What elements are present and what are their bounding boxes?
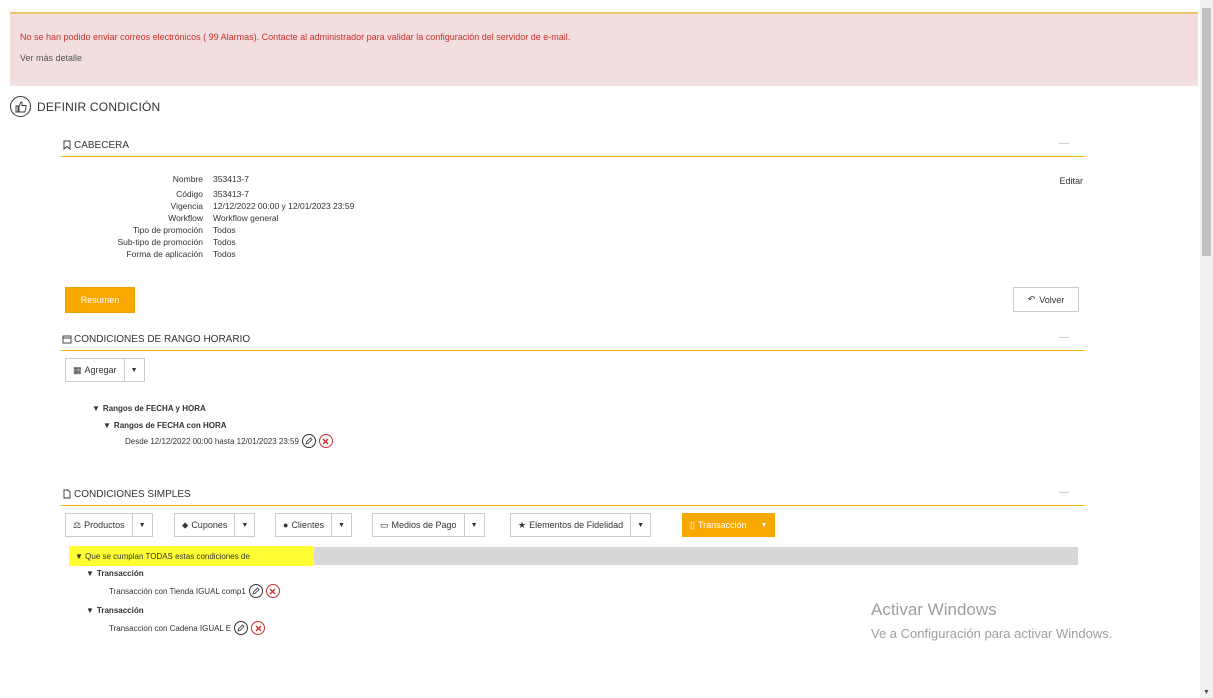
resumen-button[interactable]: Resumen: [65, 287, 135, 313]
transaccion-caret-button[interactable]: ▼: [754, 513, 775, 537]
productos-button[interactable]: ⚖ Productos: [65, 513, 133, 537]
tag-icon: ⬥: [182, 519, 189, 530]
page-title: DEFINIR CONDICIÓN: [10, 96, 160, 117]
simples-header: CONDICIONES SIMPLES —: [61, 483, 1085, 506]
rango-collapse-button[interactable]: —: [1059, 332, 1069, 343]
transaccion-button[interactable]: ▯ Transacción: [682, 513, 755, 537]
field-value: 353413-7: [213, 189, 249, 199]
calendar-icon: ▦: [73, 364, 82, 375]
field-value: Todos: [213, 237, 236, 247]
rango-title: CONDICIONES DE RANGO HORARIO: [74, 333, 251, 345]
caret-down-icon: ▼: [75, 551, 86, 561]
cabecera-header: CABECERA —: [61, 134, 1085, 157]
tree-leaf-transaccion: Transaccion con Cadena IGUAL E: [109, 621, 266, 635]
productos-dropdown: ⚖ Productos ▼: [65, 513, 153, 537]
caret-down-icon: ▼: [92, 404, 100, 413]
alert-detail-link[interactable]: Ver más detalle: [20, 53, 82, 63]
edit-link[interactable]: Editar: [1059, 176, 1083, 186]
field-label: Sub-tipo de promoción: [117, 237, 203, 247]
windows-activation-subtitle: Ve a Configuración para activar Windows.: [871, 626, 1113, 641]
delete-x-icon[interactable]: [318, 434, 333, 448]
field-value: Workflow general: [213, 213, 279, 223]
fidelidad-button[interactable]: ★ Elementos de Fidelidad: [510, 513, 632, 537]
cabecera-collapse-button[interactable]: —: [1059, 138, 1069, 149]
agregar-dropdown: ▦ Agregar ▼: [65, 358, 145, 382]
tree-leaf-transaccion: Transacción con Tienda IGUAL comp1: [109, 584, 280, 598]
field-label: Código: [176, 189, 203, 199]
medios-pago-caret-button[interactable]: ▼: [464, 513, 485, 537]
agregar-button[interactable]: ▦ Agregar: [65, 358, 125, 382]
all-conditions-node[interactable]: ▼ Que se cumplan TODAS estas condiciones…: [69, 546, 314, 566]
vertical-scrollbar[interactable]: ▼: [1200, 0, 1213, 698]
tree-leaf-rango: Desde 12/12/2022 00:00 hasta 12/01/2023 …: [125, 434, 333, 448]
delete-x-icon[interactable]: [265, 584, 280, 598]
caret-down-icon: ▼: [86, 569, 94, 578]
agregar-caret-button[interactable]: ▼: [124, 358, 145, 382]
user-icon: ●: [283, 520, 289, 530]
reply-icon: ↶: [1027, 294, 1036, 304]
star-icon: ★: [518, 519, 527, 530]
volver-label: Volver: [1039, 294, 1065, 305]
field-label: Workflow: [168, 213, 203, 223]
delete-x-icon[interactable]: [251, 621, 266, 635]
tree-node-transaccion[interactable]: ▼ Transacción: [86, 569, 144, 578]
clientes-caret-button[interactable]: ▼: [331, 513, 352, 537]
volver-button[interactable]: ↶ Volver: [1013, 287, 1079, 312]
windows-activation-title: Activar Windows: [871, 600, 997, 619]
page-title-text: DEFINIR CONDICIÓN: [37, 99, 161, 114]
scroll-down-arrow-icon[interactable]: ▼: [1200, 689, 1213, 696]
tree-node-transaccion[interactable]: ▼ Transacción: [86, 606, 144, 615]
clientes-button[interactable]: ● Clientes: [275, 513, 332, 537]
edit-pencil-icon[interactable]: [248, 584, 263, 598]
field-value: 353413-7: [213, 174, 249, 184]
caret-down-icon: ▼: [103, 421, 111, 430]
field-value: Todos: [213, 249, 236, 259]
bookmark-icon: [63, 140, 71, 150]
field-label: Nombre: [172, 174, 203, 184]
clientes-dropdown: ● Clientes ▼: [275, 513, 352, 537]
tree-node-rangos[interactable]: ▼ Rangos de FECHA y HORA: [92, 404, 206, 413]
field-value: Todos: [213, 225, 236, 235]
file-icon: ▯: [690, 519, 695, 530]
thumbs-up-icon: [10, 96, 31, 117]
field-label: Tipo de promoción: [132, 225, 203, 235]
credit-card-icon: ▭: [380, 519, 389, 530]
field-value: 12/12/2022 00:00 y 12/01/2023 23:59: [213, 201, 355, 211]
rango-header: CONDICIONES DE RANGO HORARIO —: [61, 328, 1085, 351]
calendar-icon: [62, 335, 72, 344]
cupones-dropdown: ⬥ Cupones ▼: [174, 513, 256, 537]
fidelidad-dropdown: ★ Elementos de Fidelidad ▼: [510, 513, 652, 537]
field-label: Forma de aplicación: [126, 249, 203, 259]
edit-pencil-icon[interactable]: [234, 621, 249, 635]
error-alert: No se han podido enviar correos electrón…: [10, 12, 1198, 86]
medios-pago-dropdown: ▭ Medios de Pago ▼: [372, 513, 485, 537]
cabecera-panel: CABECERA — Editar Nombre 353413-7 Código…: [61, 134, 1085, 314]
rango-horario-panel: CONDICIONES DE RANGO HORARIO — ▦ Agregar…: [61, 328, 1085, 474]
simples-collapse-button[interactable]: —: [1059, 487, 1069, 498]
tree-node-rangos-hora[interactable]: ▼ Rangos de FECHA con HORA: [103, 421, 227, 430]
simples-title: CONDICIONES SIMPLES: [74, 488, 191, 500]
cabecera-title: CABECERA: [74, 139, 130, 151]
scrollbar-thumb[interactable]: [1202, 8, 1211, 256]
cupones-caret-button[interactable]: ▼: [235, 513, 256, 537]
medios-pago-button[interactable]: ▭ Medios de Pago: [372, 513, 465, 537]
productos-caret-button[interactable]: ▼: [132, 513, 153, 537]
transaccion-dropdown: ▯ Transacción ▼: [682, 513, 775, 537]
fidelidad-caret-button[interactable]: ▼: [631, 513, 652, 537]
caret-down-icon: ▼: [86, 606, 94, 615]
alert-message: No se han podido enviar correos electrón…: [20, 32, 571, 42]
balance-scale-icon: ⚖: [73, 519, 82, 530]
cupones-button[interactable]: ⬥ Cupones: [174, 513, 236, 537]
field-label: Vigencia: [170, 201, 203, 211]
file-icon: [63, 489, 71, 499]
edit-pencil-icon[interactable]: [301, 434, 316, 448]
